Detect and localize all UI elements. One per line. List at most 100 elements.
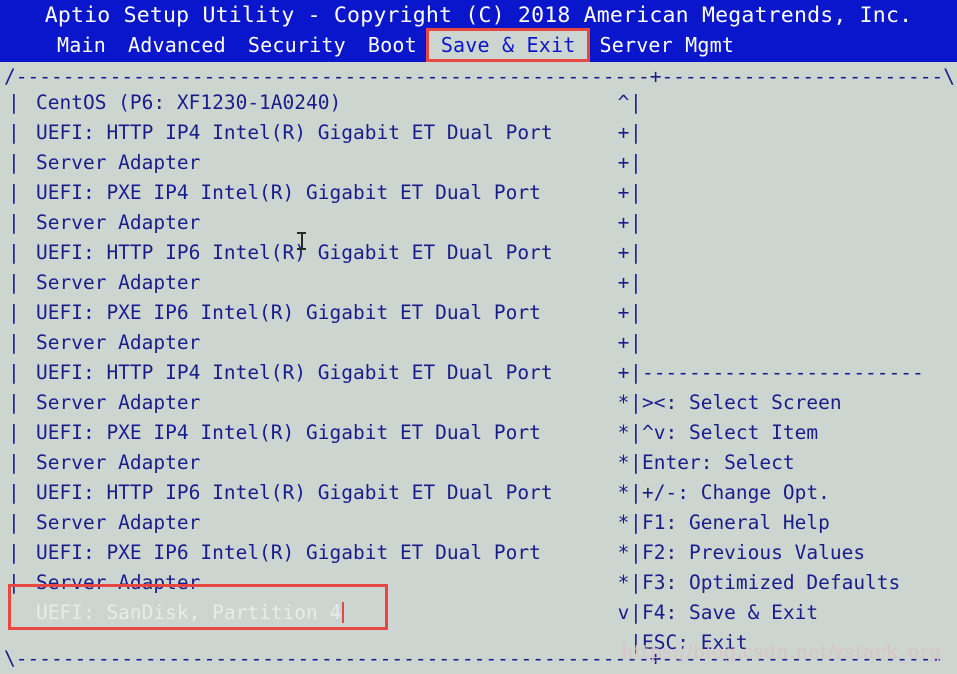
page-title: Aptio Setup Utility - Copyright (C) 2018… bbox=[44, 3, 913, 28]
boot-order-list: | CentOS (P6: XF1230-1A0240) | UEFI: HTTP I… bbox=[0, 88, 620, 628]
panel-divider-glyph: | bbox=[630, 541, 642, 564]
scrollbar-glyph[interactable]: * bbox=[617, 478, 630, 508]
scrollbar-glyph[interactable]: * bbox=[617, 388, 630, 418]
scrollbar-glyph[interactable]: * bbox=[617, 508, 630, 538]
panel-divider-glyph: | bbox=[630, 151, 642, 174]
boot-list-item[interactable]: | UEFI: PXE IP4 Intel(R) Gigabit ET Dual … bbox=[0, 178, 620, 208]
panel-divider-glyph: | bbox=[630, 331, 642, 354]
scrollbar-glyph[interactable]: + bbox=[617, 178, 630, 208]
panel-divider-glyph: | bbox=[630, 121, 642, 144]
help-panel-row: +| bbox=[617, 148, 957, 178]
panel-divider-glyph: | bbox=[630, 301, 642, 324]
scrollbar-glyph[interactable]: + bbox=[617, 328, 630, 358]
list-left-border-glyph: | bbox=[8, 181, 20, 204]
menu-item-advanced[interactable]: Advanced bbox=[117, 30, 237, 60]
menu-item-main[interactable]: Main bbox=[46, 30, 117, 60]
help-text: F2: Previous Values bbox=[642, 541, 866, 564]
boot-list-item-label: UEFI: SanDisk, Partition 4 bbox=[36, 598, 345, 628]
list-left-border-glyph: | bbox=[8, 301, 20, 324]
boot-list-item-label: UEFI: PXE IP6 Intel(R) Gigabit ET Dual P… bbox=[36, 301, 541, 324]
panel-divider-glyph: | bbox=[630, 211, 642, 234]
menu-item-server-mgmt[interactable]: Server Mgmt bbox=[588, 30, 745, 60]
help-panel-row: +| bbox=[617, 208, 957, 238]
help-panel-row: *|Enter: Select bbox=[617, 448, 957, 478]
help-text: F1: General Help bbox=[642, 511, 830, 534]
panel-divider-glyph: | bbox=[630, 421, 642, 444]
list-left-border-glyph: | bbox=[8, 481, 20, 504]
list-left-border-glyph: | bbox=[8, 391, 20, 414]
help-panel-row: *|><: Select Screen bbox=[617, 388, 957, 418]
boot-list-item[interactable]: | UEFI: HTTP IP4 Intel(R) Gigabit ET Dual… bbox=[0, 358, 620, 388]
help-panel-row: +| bbox=[617, 118, 957, 148]
help-panel-row: *|+/-: Change Opt. bbox=[617, 478, 957, 508]
boot-list-item-label: UEFI: PXE IP4 Intel(R) Gigabit ET Dual P… bbox=[36, 421, 541, 444]
panel-divider-glyph: | bbox=[630, 271, 642, 294]
boot-list-item[interactable]: | Server Adapter bbox=[0, 508, 620, 538]
help-panel-row: +| bbox=[617, 268, 957, 298]
help-panel-row: v|F4: Save & Exit bbox=[617, 598, 957, 628]
help-panel-row: +| bbox=[617, 328, 957, 358]
boot-list-item[interactable]: | UEFI: PXE IP4 Intel(R) Gigabit ET Dual … bbox=[0, 418, 620, 448]
boot-list-item[interactable]: | Server Adapter bbox=[0, 388, 620, 418]
boot-list-item-label: UEFI: HTTP IP4 Intel(R) Gigabit ET Dual … bbox=[36, 361, 553, 384]
panel-divider-glyph: | bbox=[630, 361, 642, 384]
list-left-border-glyph: | bbox=[8, 151, 20, 174]
boot-list-item[interactable]: | Server Adapter bbox=[0, 268, 620, 298]
scrollbar-glyph[interactable]: + bbox=[617, 118, 630, 148]
boot-list-item[interactable]: | UEFI: PXE IP6 Intel(R) Gigabit ET Dual … bbox=[0, 298, 620, 328]
list-left-border-glyph: | bbox=[8, 241, 20, 264]
boot-list-item[interactable]: | Server Adapter bbox=[0, 328, 620, 358]
list-left-border-glyph: | bbox=[8, 511, 20, 534]
scrollbar-glyph[interactable]: * bbox=[617, 538, 630, 568]
scrollbar-glyph[interactable]: + bbox=[617, 148, 630, 178]
setup-frame: /---------------------------------------… bbox=[0, 62, 957, 674]
help-panel-row: *|^v: Select Item bbox=[617, 418, 957, 448]
boot-list-item[interactable]: | UEFI: HTTP IP6 Intel(R) Gigabit ET Dual… bbox=[0, 478, 620, 508]
list-left-border-glyph: | bbox=[8, 451, 20, 474]
scrollbar-glyph[interactable]: + bbox=[617, 208, 630, 238]
boot-list-item[interactable]: | UEFI: SanDisk, Partition 4 bbox=[0, 598, 620, 628]
boot-list-item[interactable]: | Server Adapter bbox=[0, 448, 620, 478]
panel-divider-glyph: | bbox=[630, 511, 642, 534]
boot-list-item-label: Server Adapter bbox=[36, 511, 201, 534]
menu-item-save-exit[interactable]: Save & Exit bbox=[425, 28, 591, 62]
boot-list-item[interactable]: | Server Adapter bbox=[0, 208, 620, 238]
list-left-border-glyph: | bbox=[8, 421, 20, 444]
help-text: ><: Select Screen bbox=[642, 391, 842, 414]
boot-list-item[interactable]: | UEFI: PXE IP6 Intel(R) Gigabit ET Dual … bbox=[0, 538, 620, 568]
scrollbar-glyph[interactable]: + bbox=[617, 238, 630, 268]
help-text: ------------------------ bbox=[642, 361, 924, 384]
help-text: F3: Optimized Defaults bbox=[642, 571, 901, 594]
list-left-border-glyph: | bbox=[8, 91, 20, 114]
boot-list-item-label: UEFI: PXE IP4 Intel(R) Gigabit ET Dual P… bbox=[36, 181, 541, 204]
boot-list-item-label: Server Adapter bbox=[36, 331, 201, 354]
list-left-border-glyph: | bbox=[8, 121, 20, 144]
scrollbar-glyph[interactable]: * bbox=[617, 568, 630, 598]
boot-list-item-label: UEFI: HTTP IP4 Intel(R) Gigabit ET Dual … bbox=[36, 121, 553, 144]
list-left-border-glyph: | bbox=[8, 541, 20, 564]
boot-list-item-label: UEFI: HTTP IP6 Intel(R) Gigabit ET Dual … bbox=[36, 241, 553, 264]
scrollbar-glyph[interactable]: * bbox=[617, 448, 630, 478]
help-panel-row: ^| bbox=[617, 88, 957, 118]
help-panel-row: +| bbox=[617, 238, 957, 268]
scrollbar-glyph[interactable]: + bbox=[617, 298, 630, 328]
panel-divider-glyph: | bbox=[630, 181, 642, 204]
main-menu-bar: Main Advanced Security Boot Save & Exit Serve… bbox=[0, 28, 957, 62]
menu-item-boot[interactable]: Boot bbox=[357, 30, 428, 60]
watermark-text: https://blog.csdn.net/zstack_org bbox=[621, 641, 942, 663]
boot-list-item[interactable]: | UEFI: HTTP IP4 Intel(R) Gigabit ET Dual… bbox=[0, 118, 620, 148]
boot-list-item[interactable]: | CentOS (P6: XF1230-1A0240) bbox=[0, 88, 620, 118]
panel-divider-glyph: | bbox=[630, 601, 642, 624]
boot-list-item[interactable]: | Server Adapter bbox=[0, 148, 620, 178]
scrollbar-glyph[interactable]: * bbox=[617, 418, 630, 448]
list-left-border-glyph: | bbox=[8, 571, 20, 594]
scrollbar-glyph[interactable]: v bbox=[617, 598, 630, 628]
menu-item-security[interactable]: Security bbox=[237, 30, 357, 60]
boot-list-item[interactable]: | UEFI: HTTP IP6 Intel(R) Gigabit ET Dual… bbox=[0, 238, 620, 268]
scrollbar-and-help-panel: ^| +| +| +| +| +| +| +| +| +|--------------------… bbox=[617, 88, 957, 658]
scrollbar-glyph[interactable]: ^ bbox=[617, 88, 630, 118]
scrollbar-glyph[interactable]: + bbox=[617, 268, 630, 298]
boot-list-item[interactable]: | Server Adapter bbox=[0, 568, 620, 598]
scrollbar-glyph[interactable]: + bbox=[617, 358, 630, 388]
list-left-border-glyph: | bbox=[8, 361, 20, 384]
